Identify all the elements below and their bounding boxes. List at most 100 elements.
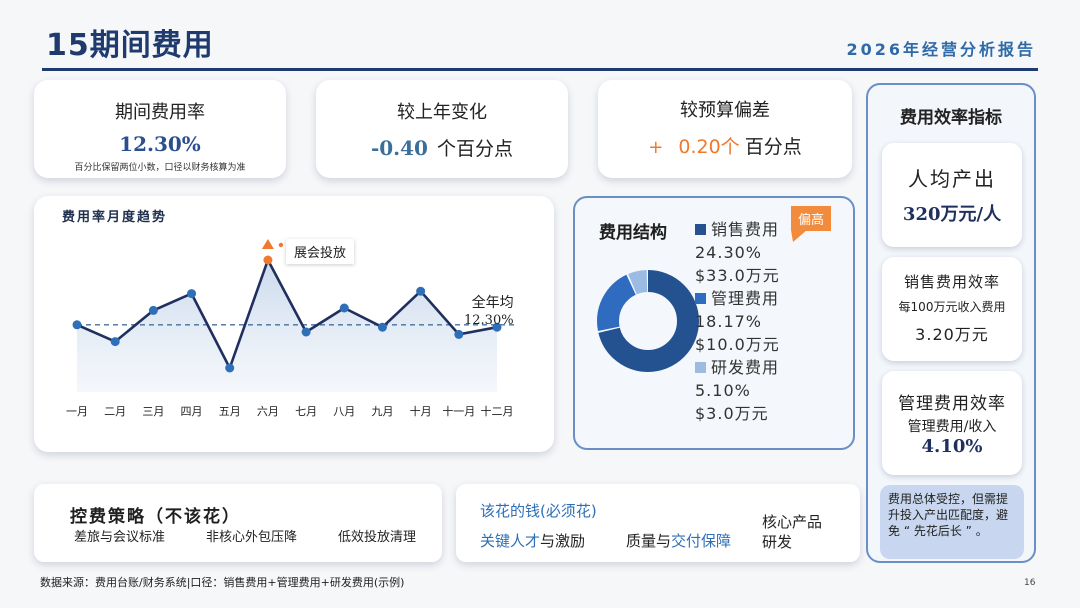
legend-item-rnd: 研发费用 5.10% $3.0万元 (695, 356, 780, 425)
month-tick-label: 十月 (410, 404, 432, 418)
kpi-sign: + (648, 137, 664, 158)
trend-point (454, 329, 464, 339)
legend-item-sales: 销售费用 24.30% $33.0万元 (695, 218, 780, 287)
must-spend-item-rnd: 核心产品 研发 (762, 512, 822, 552)
trend-point (110, 337, 120, 347)
annotation-text: 展会投放 (294, 246, 347, 261)
structure-card: 费用结构 销售费用 24.30% $33.0万元 管理费用 18.17% $10… (573, 196, 855, 450)
kpi-label: 期间费用率 (115, 102, 205, 123)
legend-name: 销售费用 (711, 220, 780, 239)
peak-marker-dot (278, 242, 284, 248)
kpi-value-row: + 0.20个 百分点 (598, 132, 852, 159)
legend-swatch (695, 224, 706, 235)
metric-label: 销售费用效率 (903, 273, 1000, 291)
month-tick-label: 一月 (66, 405, 88, 418)
month-tick-label: 七月 (295, 405, 317, 418)
kpi-value-row: -0.40 个百分点 (316, 134, 568, 161)
efficiency-panel-title: 费用效率指标 (900, 108, 1002, 128)
trend-point-peak (263, 255, 273, 265)
kpi-value: 0.20个 (678, 136, 740, 158)
footer-source: 数据来源：费用台账/财务系统|口径：销售费用+管理费用+研发费用(示例) (40, 576, 405, 589)
must-spend-card: 该花的钱(必须花) 关键人才与激励 质量与交付保障 核心产品 研发 (456, 484, 860, 562)
must-spend-title: 该花的钱(必须花) (480, 502, 597, 520)
structure-legend: 销售费用 24.30% $33.0万元 管理费用 18.17% $10.0万元 … (695, 218, 780, 425)
must-spend-highlight: 关键人才 (480, 532, 541, 550)
trend-point (187, 289, 197, 299)
strategy-card: 控费策略（不该花） 差旅与会议标准 非核心外包压降 低效投放清理 (34, 484, 442, 562)
legend-name: 研发费用 (711, 358, 780, 377)
trend-point (72, 320, 82, 330)
legend-amount: $3.0万元 (695, 404, 769, 423)
legend-pct: 24.30% (695, 243, 763, 262)
average-label-value: 12.30% (464, 313, 514, 328)
legend-swatch (695, 293, 706, 304)
legend-pct: 18.17% (695, 312, 763, 331)
page-title: 15期间费用 (46, 28, 214, 63)
summary-note: 费用总体受控，但需提升投入产出匹配度，避免 “ 先花后长 ” 。 (880, 485, 1024, 559)
kpi-label: 较上年变化 (397, 102, 487, 123)
structure-title: 费用结构 (599, 223, 667, 243)
summary-note-text: 费用总体受控，但需提升投入产出匹配度，避免 “ 先花后长 ” 。 (888, 492, 1009, 538)
metric-value: 320万元/人 (902, 204, 1002, 225)
high-badge-pointer (791, 230, 807, 242)
structure-donut-chart (597, 270, 699, 372)
legend-name: 管理费用 (711, 289, 780, 308)
metric-card-admin-efficiency: 管理费用效率 管理费用/收入 4.10% (882, 371, 1022, 475)
metric-card-per-capita: 人均产出 320万元/人 (882, 143, 1022, 247)
metric-card-sales-efficiency: 销售费用效率 每100万元收入费用 3.20万元 (882, 257, 1022, 361)
legend-item-admin: 管理费用 18.17% $10.0万元 (695, 287, 780, 356)
kpi-value: -0.40 (370, 136, 428, 160)
metric-sub: 管理费用/收入 (907, 419, 997, 435)
kpi-note: 百分比保留两位小数，口径以财务核算为准 (74, 163, 246, 173)
month-tick-label: 十一月 (442, 404, 475, 418)
strategy-item: 差旅与会议标准 (74, 530, 166, 545)
average-label-text: 全年均 (471, 295, 514, 311)
trend-area-fill (77, 260, 497, 392)
month-tick-label: 十二月 (481, 404, 514, 418)
metric-value: 4.10% (921, 436, 983, 457)
kpi-card-budget-deviation: 较预算偏差 + 0.20个 百分点 (598, 80, 852, 178)
must-spend-text: 质量与 (626, 532, 672, 550)
must-spend-text: 核心产品 (762, 513, 823, 531)
high-badge-text: 偏高 (798, 213, 825, 228)
kpi-unit: 百分点 (744, 136, 802, 158)
legend-amount: $10.0万元 (695, 335, 780, 354)
must-spend-item-quality: 质量与交付保障 (626, 530, 731, 551)
month-tick-label: 八月 (333, 405, 355, 418)
month-tick-label: 四月 (181, 405, 203, 418)
efficiency-panel: 费用效率指标 人均产出 320万元/人 销售费用效率 每100万元收入费用 3.… (866, 83, 1036, 563)
must-spend-item-talent: 关键人才与激励 (480, 530, 585, 551)
legend-amount: $33.0万元 (695, 266, 780, 285)
strategy-item: 非核心外包压降 (206, 530, 298, 545)
must-spend-text: 与激励 (540, 532, 586, 550)
trend-point (225, 363, 235, 373)
high-badge: 偏高 (791, 206, 832, 231)
trend-chart-card: 费用率月度趋势 一月 二月 三月 四月 五月 六月 七月 八月 九月 十月 十一月 十二月 展会投放 … (34, 196, 554, 452)
trend-point (148, 305, 158, 315)
must-spend-highlight: 交付保障 (671, 532, 732, 550)
month-tick-label: 二月 (104, 405, 126, 418)
metric-value: 3.20万元 (915, 325, 989, 344)
kpi-label: 较预算偏差 (680, 100, 770, 121)
peak-marker-icon (261, 239, 274, 249)
kpi-card-expense-rate: 期间费用率 12.30% 百分比保留两位小数，口径以财务核算为准 (34, 80, 286, 178)
strategy-item: 低效投放清理 (338, 530, 417, 545)
average-label: 全年均 12.30% (464, 295, 514, 329)
kpi-unit: 个百分点 (437, 138, 514, 160)
trend-point (377, 322, 387, 332)
month-tick-label: 六月 (257, 405, 279, 418)
strategy-title: 控费策略（不该花） (70, 507, 241, 527)
kpi-card-yoy-change: 较上年变化 -0.40 个百分点 (316, 80, 568, 178)
legend-swatch (695, 362, 706, 373)
kpi-value: 12.30% (119, 132, 201, 156)
trend-point (301, 327, 311, 337)
metric-label: 管理费用效率 (898, 394, 1006, 414)
metric-sub: 每100万元收入费用 (898, 300, 1006, 314)
page-number: 16 (1024, 578, 1036, 588)
report-name: 2026年经营分析报告 (846, 40, 1036, 59)
annotation-label: 展会投放 (286, 239, 355, 264)
month-tick-label: 九月 (371, 405, 393, 418)
must-spend-text: 研发 (762, 533, 793, 551)
trend-point (339, 303, 349, 313)
month-tick-label: 五月 (219, 405, 241, 418)
